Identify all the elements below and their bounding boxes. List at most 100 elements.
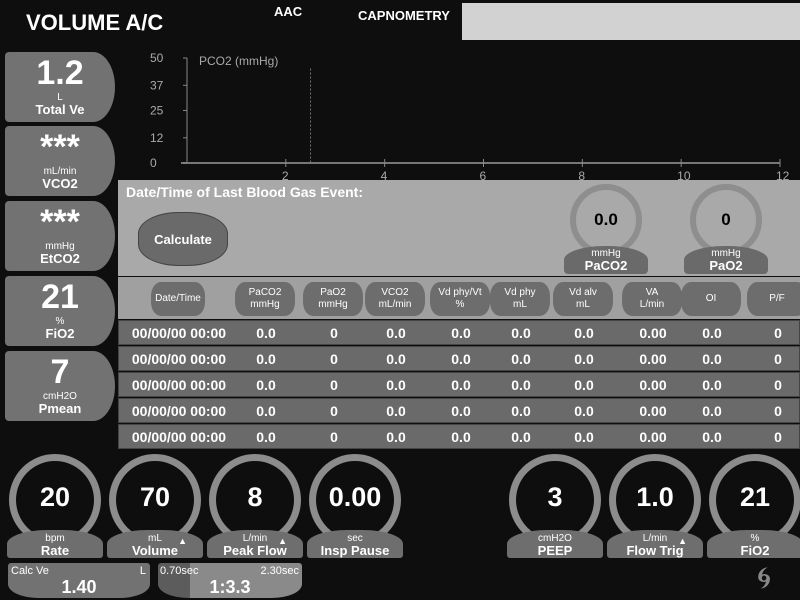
table-row[interactable]: 00/00/00 00:00 0.0 0 0.0 0.0 0.0 0.0 0.00 0.0 0 <box>118 320 800 345</box>
y-tick-label: 50 <box>150 51 164 65</box>
dial-paco2: 0.0 mmHg PaCO2 <box>564 180 648 276</box>
setting-name: Insp Pause <box>320 543 390 558</box>
table-cell: 0.0 <box>574 351 594 367</box>
blood-gas-table: 00/00/00 00:00 0.0 0 0.0 0.0 0.0 0.0 0.00 0.0 0 00… <box>118 320 800 450</box>
setting-value: 3 <box>547 482 563 512</box>
table-cell: 0.0 <box>451 325 471 341</box>
table-cell: 0.0 <box>451 429 471 445</box>
alarm-triangle-icon: ▲ <box>278 536 287 546</box>
table-row[interactable]: 00/00/00 00:00 0.0 0 0.0 0.0 0.0 0.0 0.00 0.0 0 <box>118 424 800 449</box>
setting-value: 21 <box>739 482 771 512</box>
dial-plate: mmHg PaCO2 <box>564 246 648 274</box>
table-cell: 00/00/00 00:00 <box>131 403 227 419</box>
setting-value: 70 <box>139 482 171 512</box>
ie-ratio-value: 1:3.3 <box>209 577 251 597</box>
column-header[interactable]: PaCO2 mmHg <box>235 282 295 316</box>
dial-name: PaO2 <box>709 258 743 273</box>
tile-name: EtCO2 <box>40 251 80 266</box>
column-header[interactable]: Date/Time <box>151 282 205 316</box>
setting-value: 8 <box>247 482 263 512</box>
column-header[interactable]: Vd phy mL <box>490 282 550 316</box>
table-row[interactable]: 00/00/00 00:00 0.0 0 0.0 0.0 0.0 0.0 0.00 0.0 0 <box>118 398 800 423</box>
column-header-label: Vd phy/Vt% <box>438 287 482 310</box>
table-cell: 0 <box>330 403 338 419</box>
setting-fio2[interactable]: 21 % FiO2 <box>707 452 800 560</box>
table-cell: 00/00/00 00:00 <box>131 429 227 445</box>
table-cell: 0 <box>774 351 782 367</box>
table-cell: 0.00 <box>639 325 667 341</box>
column-header[interactable]: Vd alv mL <box>553 282 613 316</box>
setting-plate: L/min Peak Flow <box>207 530 303 558</box>
column-header[interactable]: PaO2 mmHg <box>303 282 363 316</box>
column-header-label: VCO2 mL/min <box>378 287 412 310</box>
spiral-logo-icon: 🌀︎ <box>757 562 772 595</box>
table-cell: 0.0 <box>451 377 471 393</box>
tab-aac[interactable]: AAC <box>274 4 302 19</box>
table-cell: 0.0 <box>511 351 531 367</box>
alarm-triangle-icon: ▲ <box>678 536 687 546</box>
table-row[interactable]: 00/00/00 00:00 0.0 0 0.0 0.0 0.0 0.0 0.00 0.0 0 <box>118 372 800 397</box>
column-header-label: Vd phy mL <box>504 287 536 310</box>
table-cell: 0.0 <box>256 403 276 419</box>
table-cell: 00/00/00 00:00 <box>131 351 227 367</box>
dial-value: 0.0 <box>594 210 618 229</box>
table-cell: 0 <box>774 403 782 419</box>
setting-plate: sec Insp Pause <box>307 530 403 558</box>
setting-plate: % FiO2 <box>707 530 800 558</box>
dial-plate: mmHg PaO2 <box>684 246 768 274</box>
column-header[interactable]: P/F <box>747 282 800 316</box>
table-cell: 0 <box>774 325 782 341</box>
column-header[interactable]: VA L/min <box>622 282 682 316</box>
ie-ratio-box: 0.70sec 2.30sec 1:3.3 <box>158 563 302 598</box>
tile-total-ve: 1.2 L Total Ve <box>5 52 115 122</box>
setting-name: Peak Flow <box>223 543 287 558</box>
blood-gas-title: Date/Time of Last Blood Gas Event: <box>126 184 364 200</box>
table-cell: 0 <box>774 429 782 445</box>
table-cell: 0.0 <box>511 377 531 393</box>
setting-name: FiO2 <box>740 543 770 558</box>
table-cell: 0.0 <box>702 403 722 419</box>
table-row[interactable]: 00/00/00 00:00 0.0 0 0.0 0.0 0.0 0.0 0.00 0.0 0 <box>118 346 800 371</box>
table-cell: 0.0 <box>256 377 276 393</box>
column-header-label: PaO2 mmHg <box>318 287 348 310</box>
setting-flow-trig[interactable]: 1.0 L/min Flow Trig ▲ <box>607 452 703 560</box>
setting-peak-flow[interactable]: 8 L/min Peak Flow ▲ <box>207 452 303 560</box>
table-cell: 0 <box>330 325 338 341</box>
column-header[interactable]: OI <box>681 282 741 316</box>
table-cell: 0 <box>330 429 338 445</box>
chart-title: PCO2 (mmHg) <box>199 54 278 68</box>
table-cell: 0.0 <box>386 351 406 367</box>
exp-time: 2.30sec <box>260 565 299 577</box>
table-cell: 0.0 <box>386 325 406 341</box>
tab-capnometry[interactable]: CAPNOMETRY <box>358 8 450 23</box>
tile-fio2: 21% FiO2 <box>5 276 115 346</box>
tile-name: Pmean <box>38 401 82 416</box>
column-header[interactable]: Vd phy/Vt% <box>430 282 490 316</box>
table-cell: 0.0 <box>256 429 276 445</box>
table-cell: 0.0 <box>451 351 471 367</box>
y-tick-label: 25 <box>150 104 164 118</box>
setting-name: PEEP <box>537 543 573 558</box>
calc-ve-unit: L <box>139 565 146 577</box>
table-cell: 0.0 <box>386 403 406 419</box>
table-cell: 0 <box>330 351 338 367</box>
calc-ve-value: 1.40 <box>61 577 97 597</box>
column-header[interactable]: VCO2 mL/min <box>365 282 425 316</box>
setting-plate: cmH2O PEEP <box>507 530 603 558</box>
table-cell: 0.00 <box>639 403 667 419</box>
column-header-label: P/F <box>769 293 785 304</box>
setting-volume[interactable]: 70 mL Volume ▲ <box>107 452 203 560</box>
setting-plate: mL Volume <box>107 530 203 558</box>
setting-name: Rate <box>40 543 70 558</box>
setting-peep[interactable]: 3 cmH2O PEEP <box>507 452 603 560</box>
mode-title: VOLUME A/C <box>26 10 164 35</box>
table-cell: 0.0 <box>451 403 471 419</box>
column-header-label: Date/Time <box>155 293 201 304</box>
setting-rate[interactable]: 20 bpm Rate <box>7 452 103 560</box>
tile-name: FiO2 <box>45 326 75 341</box>
setting-insp-pause[interactable]: 0.00 sec Insp Pause <box>307 452 403 560</box>
setting-plate: bpm Rate <box>7 530 103 558</box>
calculate-button[interactable]: Calculate <box>138 212 228 266</box>
setting-name: Volume <box>132 543 178 558</box>
y-tick-label: 37 <box>150 78 164 92</box>
